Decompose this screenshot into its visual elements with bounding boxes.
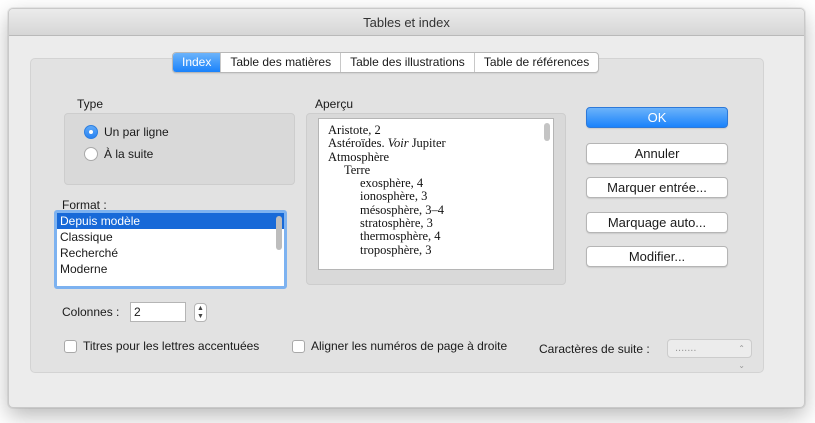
auto-mark-button[interactable]: Marquage auto... [586, 212, 728, 233]
modify-button[interactable]: Modifier... [586, 246, 728, 267]
chevron-up-icon[interactable]: ▲ [195, 305, 206, 313]
preview-line: mésosphère, 3–4 [360, 202, 445, 217]
format-item-fancy[interactable]: Recherché [57, 245, 284, 261]
leader-value: ....... [675, 342, 697, 354]
preview-scrollbar[interactable] [544, 123, 550, 141]
format-item-from-template[interactable]: Depuis modèle [57, 213, 284, 229]
preview-line: Aristote, 2 [328, 123, 381, 137]
chevron-updown-icon: ⌃ ⌄ [738, 344, 745, 370]
right-align-checkbox[interactable]: Aligner les numéros de page à droite [292, 339, 507, 353]
radio-one-per-line[interactable]: Un par ligne [84, 125, 169, 139]
tab-table-of-contents[interactable]: Table des matières [220, 53, 340, 72]
preview-line: thermosphère, 4 [360, 229, 441, 244]
tab-index[interactable]: Index [173, 53, 221, 72]
preview-see-reference: Voir [387, 136, 409, 151]
format-item-classic[interactable]: Classique [57, 229, 284, 245]
preview-box: Aristote, 2 Astéroïdes. Voir Jupiter Atm… [318, 118, 554, 270]
preview-line: Atmosphère [328, 149, 390, 164]
preview-line-target: Jupiter [408, 136, 446, 151]
radio-unchecked-icon[interactable] [84, 147, 98, 161]
preview-line: troposphère, 3 [360, 242, 432, 257]
preview-line: exosphère, 4 [360, 176, 424, 191]
window-title: Tables et index [9, 9, 804, 36]
tab-bar: Index Table des matières Table des illus… [172, 52, 600, 73]
format-scrollbar[interactable] [276, 216, 282, 250]
preview-lines: Aristote, 2 Astéroïdes. Voir Jupiter Atm… [319, 119, 553, 257]
preview-line: Astéroïdes. Voir Jupiter [328, 137, 553, 150]
radio-one-per-line-label: Un par ligne [104, 125, 169, 139]
tab-table-of-figures[interactable]: Table des illustrations [340, 53, 474, 72]
columns-stepper[interactable]: ▲ ▼ [194, 303, 207, 322]
right-align-label: Aligner les numéros de page à droite [311, 339, 508, 353]
format-item-modern[interactable]: Moderne [57, 261, 284, 277]
accent-titles-checkbox[interactable]: Titres pour les lettres accentuées [64, 339, 259, 353]
preview-line: Terre [344, 162, 371, 177]
columns-input[interactable]: 2 [130, 302, 186, 322]
preview-line: ionosphère, 3 [360, 189, 428, 204]
checkbox-unchecked-icon[interactable] [64, 339, 77, 353]
checkbox-unchecked-icon[interactable] [292, 339, 305, 353]
leader-select[interactable]: ....... ⌃ ⌄ [667, 339, 752, 370]
cancel-button[interactable]: Annuler [586, 143, 728, 164]
radio-run-in[interactable]: À la suite [84, 147, 153, 161]
tab-table-of-authorities[interactable]: Table de références [473, 53, 598, 72]
leader-label: Caractères de suite : [539, 342, 650, 356]
mark-entry-button[interactable]: Marquer entrée... [586, 177, 728, 198]
preview-line: stratosphère, 3 [360, 216, 433, 231]
radio-run-in-label: À la suite [104, 147, 154, 161]
preview-label: Aperçu [315, 97, 354, 111]
preview-line-text: Astéroïdes. [328, 136, 388, 151]
accent-titles-label: Titres pour les lettres accentuées [83, 339, 260, 353]
chevron-down-icon[interactable]: ▼ [195, 313, 206, 321]
type-label: Type [77, 97, 104, 111]
format-listbox[interactable]: Depuis modèle Classique Recherché Modern… [54, 210, 287, 289]
columns-label: Colonnes : [62, 305, 120, 319]
ok-button[interactable]: OK [586, 107, 728, 128]
radio-checked-icon[interactable] [84, 125, 98, 139]
